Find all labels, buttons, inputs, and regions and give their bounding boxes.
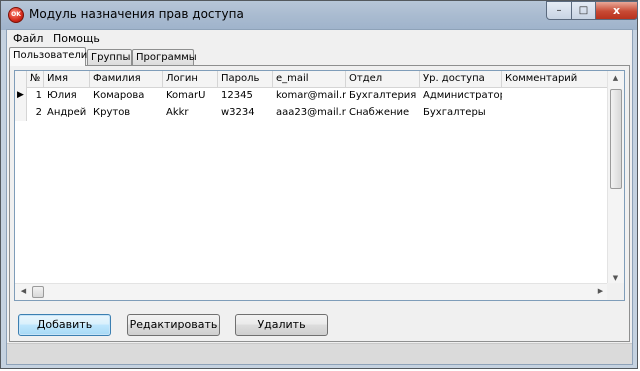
tab-users[interactable]: Пользователи <box>9 47 87 66</box>
cell-number[interactable]: 2 <box>27 104 44 121</box>
tab-programs[interactable]: Программы <box>132 49 197 65</box>
column-header-login[interactable]: Логин <box>163 71 218 87</box>
users-tab-panel: № Имя Фамилия Логин Пароль e_mail Отдел … <box>9 65 630 342</box>
table-row[interactable]: 2 Андрей Крутов Akkr w3234 aaa23@mail.ru… <box>15 104 615 121</box>
column-header-number[interactable]: № <box>27 71 44 87</box>
tab-groups[interactable]: Группы <box>87 49 132 65</box>
cell-name[interactable]: Юлия <box>44 87 90 104</box>
add-button[interactable]: Добавить <box>18 314 111 336</box>
column-header-name[interactable]: Имя <box>44 71 90 87</box>
header-indicator <box>15 71 27 87</box>
delete-button[interactable]: Удалить <box>235 314 328 336</box>
scroll-up-icon[interactable]: ▲ <box>608 74 623 82</box>
current-row-icon: ▶ <box>15 87 27 104</box>
cell-department[interactable]: Бухгалтерия <box>346 87 420 104</box>
cell-name[interactable]: Андрей <box>44 104 90 121</box>
vertical-scrollbar[interactable]: ▲ ▼ <box>607 71 624 285</box>
horizontal-scroll-thumb[interactable] <box>32 286 44 298</box>
client-area: Файл Помощь Пользователи Группы Программ… <box>6 29 633 365</box>
cell-password[interactable]: w3234 <box>218 104 273 121</box>
menu-file[interactable]: Файл <box>13 32 43 45</box>
cell-surname[interactable]: Крутов <box>90 104 163 121</box>
cell-access-level[interactable]: Администраторы <box>420 87 502 104</box>
window-title: Модуль назначения прав доступа <box>29 7 244 21</box>
cell-email[interactable]: aaa23@mail.ru <box>273 104 346 121</box>
scrollbar-corner <box>607 283 624 300</box>
cell-comment[interactable] <box>502 104 615 121</box>
scroll-down-icon[interactable]: ▼ <box>608 274 623 282</box>
horizontal-scrollbar[interactable]: ◀ ▶ <box>15 283 609 300</box>
close-button[interactable]: x <box>595 1 638 20</box>
cell-comment[interactable] <box>502 87 615 104</box>
cell-number[interactable]: 1 <box>27 87 44 104</box>
minimize-button[interactable]: – <box>546 1 572 20</box>
cell-email[interactable]: komar@mail.ru <box>273 87 346 104</box>
menu-bar: Файл Помощь <box>7 30 632 48</box>
status-bar <box>7 343 632 364</box>
vertical-scroll-thumb[interactable] <box>610 89 622 189</box>
cell-login[interactable]: Akkr <box>163 104 218 121</box>
menu-help[interactable]: Помощь <box>53 32 100 45</box>
maximize-button[interactable]: □ <box>571 1 596 20</box>
cell-access-level[interactable]: Бухгалтеры <box>420 104 502 121</box>
cell-password[interactable]: 12345 <box>218 87 273 104</box>
column-header-comment[interactable]: Комментарий <box>502 71 615 87</box>
cell-surname[interactable]: Комарова <box>90 87 163 104</box>
cell-login[interactable]: KomarU <box>163 87 218 104</box>
table-row[interactable]: ▶ 1 Юлия Комарова KomarU 12345 komar@mai… <box>15 87 615 104</box>
cell-department[interactable]: Снабжение <box>346 104 420 121</box>
title-bar[interactable]: OK Модуль назначения прав доступа – □ x <box>1 1 638 30</box>
column-header-department[interactable]: Отдел <box>346 71 420 87</box>
row-indicator <box>15 104 27 121</box>
scroll-left-icon[interactable]: ◀ <box>16 287 31 295</box>
scroll-right-icon[interactable]: ▶ <box>593 287 608 295</box>
edit-button[interactable]: Редактировать <box>127 314 220 336</box>
app-window: OK Модуль назначения прав доступа – □ x … <box>0 0 638 369</box>
column-header-password[interactable]: Пароль <box>218 71 273 87</box>
grid-header: № Имя Фамилия Логин Пароль e_mail Отдел … <box>15 71 615 88</box>
column-header-access-level[interactable]: Ур. доступа <box>420 71 502 87</box>
app-logo-icon: OK <box>8 7 24 23</box>
column-header-email[interactable]: e_mail <box>273 71 346 87</box>
users-grid[interactable]: № Имя Фамилия Логин Пароль e_mail Отдел … <box>14 70 625 301</box>
column-header-surname[interactable]: Фамилия <box>90 71 163 87</box>
